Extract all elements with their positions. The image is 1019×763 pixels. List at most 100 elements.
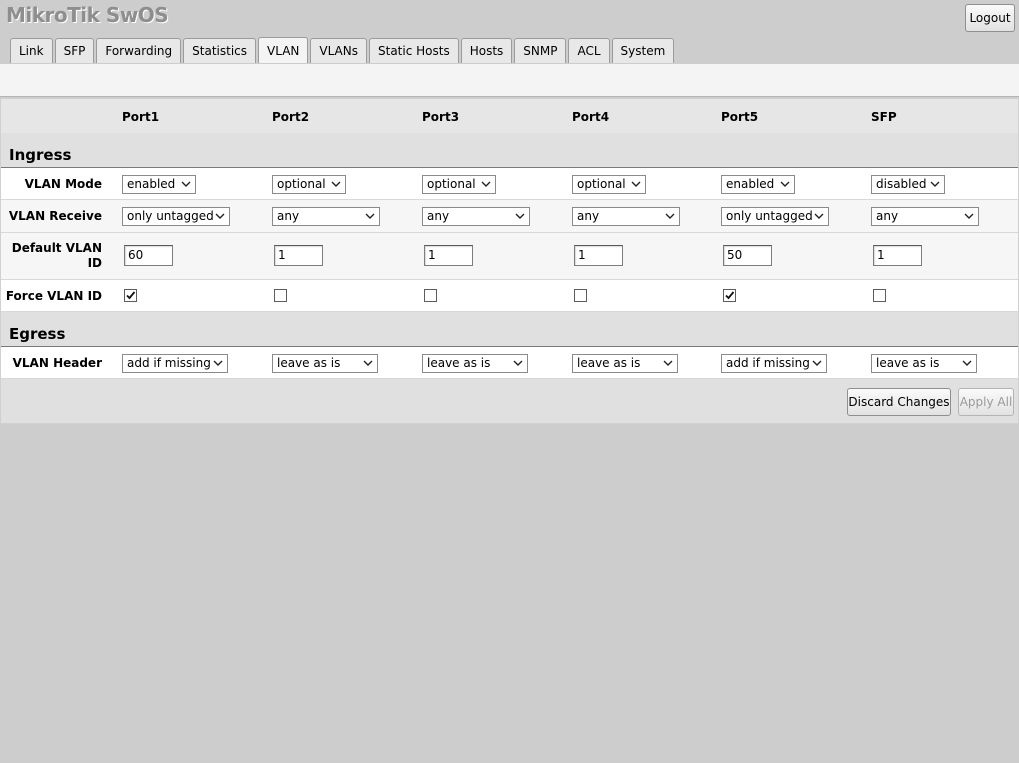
vlan-receive-select[interactable]: only untagged <box>122 207 230 226</box>
vlan-header-value: leave as is <box>876 356 940 370</box>
force-vlan-id-checkbox[interactable] <box>124 289 137 302</box>
chevron-down-icon <box>215 213 225 219</box>
chevron-down-icon <box>814 213 824 219</box>
vlan-mode-value: optional <box>427 177 476 191</box>
default-vlan-id-label-line: Default VLAN <box>11 241 102 255</box>
default-vlan-id-input[interactable]: 1 <box>274 245 323 266</box>
tab-forwarding[interactable]: Forwarding <box>96 38 182 63</box>
vlan-mode-select[interactable]: optional <box>422 175 496 194</box>
tab-hosts[interactable]: Hosts <box>460 38 513 63</box>
vlan-header-select[interactable]: add if missing <box>721 354 827 373</box>
vlan-header-value: leave as is <box>277 356 341 370</box>
tab-snmp[interactable]: SNMP <box>514 38 567 63</box>
tab-sfp[interactable]: SFP <box>54 38 95 63</box>
port-header: Port3 <box>422 110 460 124</box>
chevron-down-icon <box>213 360 223 366</box>
chevron-down-icon <box>515 213 525 219</box>
vlan-header-select[interactable]: leave as is <box>572 354 678 373</box>
default-vlan-id-input[interactable]: 1 <box>873 245 922 266</box>
vlan-mode-value: enabled <box>127 177 176 191</box>
chevron-down-icon <box>962 360 972 366</box>
vlan-receive-select[interactable]: any <box>272 207 380 226</box>
vlan-receive-select[interactable]: any <box>572 207 680 226</box>
vlan-receive-value: any <box>577 209 600 223</box>
default-vlan-id-input[interactable]: 60 <box>124 245 173 266</box>
chevron-down-icon <box>964 213 974 219</box>
ingress-heading: Ingress <box>9 146 72 164</box>
toolbar-area <box>0 64 1019 97</box>
tab-acl[interactable]: ACL <box>568 38 610 63</box>
vlan-mode-select[interactable]: disabled <box>871 175 945 194</box>
app-title: MikroTik SwOS <box>6 3 169 27</box>
discard-changes-button[interactable]: Discard Changes <box>847 388 951 416</box>
vlan-mode-value: disabled <box>876 177 927 191</box>
vlan-mode-value: enabled <box>726 177 775 191</box>
vlan-mode-select[interactable]: enabled <box>122 175 196 194</box>
force-vlan-id-checkbox[interactable] <box>424 289 437 302</box>
vlan-mode-label: VLAN Mode <box>24 177 102 191</box>
vlan-receive-select[interactable]: any <box>871 207 979 226</box>
vlan-mode-value: optional <box>277 177 326 191</box>
chevron-down-icon <box>930 181 940 187</box>
vlan-header-value: leave as is <box>427 356 491 370</box>
force-vlan-id-checkbox[interactable] <box>274 289 287 302</box>
tab-static-hosts[interactable]: Static Hosts <box>369 38 459 63</box>
vlan-mode-select[interactable]: optional <box>272 175 346 194</box>
chevron-down-icon <box>513 360 523 366</box>
vlan-panel: Port1 Port2 Port3 Port4 Port5 SFP Ingres… <box>0 98 1019 424</box>
vlan-receive-label: VLAN Receive <box>8 209 102 223</box>
force-vlan-id-label: Force VLAN ID <box>5 289 102 303</box>
chevron-down-icon <box>663 360 673 366</box>
chevron-down-icon <box>665 213 675 219</box>
chevron-down-icon <box>331 181 341 187</box>
port-header: SFP <box>871 110 897 124</box>
logout-button[interactable]: Logout <box>965 4 1015 32</box>
default-vlan-id-input[interactable]: 1 <box>574 245 623 266</box>
default-vlan-id-input[interactable]: 1 <box>424 245 473 266</box>
tab-vlans[interactable]: VLANs <box>310 38 367 63</box>
vlan-header-select[interactable]: leave as is <box>871 354 977 373</box>
chevron-down-icon <box>631 181 641 187</box>
vlan-header-label: VLAN Header <box>12 356 102 370</box>
tab-link[interactable]: Link <box>10 38 53 63</box>
default-vlan-id-label-line: ID <box>87 256 102 270</box>
chevron-down-icon <box>780 181 790 187</box>
port-header: Port2 <box>272 110 310 124</box>
vlan-mode-select[interactable]: optional <box>572 175 646 194</box>
vlan-header-value: add if missing <box>127 356 211 370</box>
check-icon <box>126 291 136 300</box>
vlan-receive-value: only untagged <box>127 209 214 223</box>
tab-bar: Link SFP Forwarding Statistics VLAN VLAN… <box>10 37 676 64</box>
vlan-header-value: leave as is <box>577 356 641 370</box>
vlan-receive-row: VLAN Receive only untagged any any any o… <box>1 200 1018 233</box>
vlan-header-select[interactable]: leave as is <box>272 354 378 373</box>
force-vlan-id-checkbox[interactable] <box>723 289 736 302</box>
chevron-down-icon <box>812 360 822 366</box>
default-vlan-id-input[interactable]: 50 <box>723 245 772 266</box>
tab-system[interactable]: System <box>611 38 675 63</box>
vlan-receive-select[interactable]: any <box>422 207 530 226</box>
tab-statistics[interactable]: Statistics <box>183 38 257 63</box>
chevron-down-icon <box>365 213 375 219</box>
tab-vlan[interactable]: VLAN <box>258 37 309 63</box>
default-vlan-id-row: Default VLAN ID 60 1 1 1 50 1 <box>1 233 1018 280</box>
vlan-header-select[interactable]: leave as is <box>422 354 528 373</box>
vlan-header-select[interactable]: add if missing <box>122 354 228 373</box>
force-vlan-id-row: Force VLAN ID <box>1 280 1018 312</box>
chevron-down-icon <box>481 181 491 187</box>
chevron-down-icon <box>363 360 373 366</box>
port-header: Port1 <box>122 110 160 124</box>
port-header: Port5 <box>721 110 759 124</box>
vlan-receive-value: only untagged <box>726 209 813 223</box>
apply-all-button[interactable]: Apply All <box>958 388 1014 416</box>
port-header: Port4 <box>572 110 610 124</box>
vlan-mode-select[interactable]: enabled <box>721 175 795 194</box>
force-vlan-id-checkbox[interactable] <box>574 289 587 302</box>
vlan-receive-value: any <box>876 209 899 223</box>
vlan-mode-value: optional <box>577 177 626 191</box>
port-header-row: Port1 Port2 Port3 Port4 Port5 SFP <box>1 99 1018 133</box>
force-vlan-id-checkbox[interactable] <box>873 289 886 302</box>
vlan-receive-value: any <box>277 209 300 223</box>
vlan-header-row: VLAN Header add if missing leave as is l… <box>1 347 1018 379</box>
vlan-receive-select[interactable]: only untagged <box>721 207 829 226</box>
